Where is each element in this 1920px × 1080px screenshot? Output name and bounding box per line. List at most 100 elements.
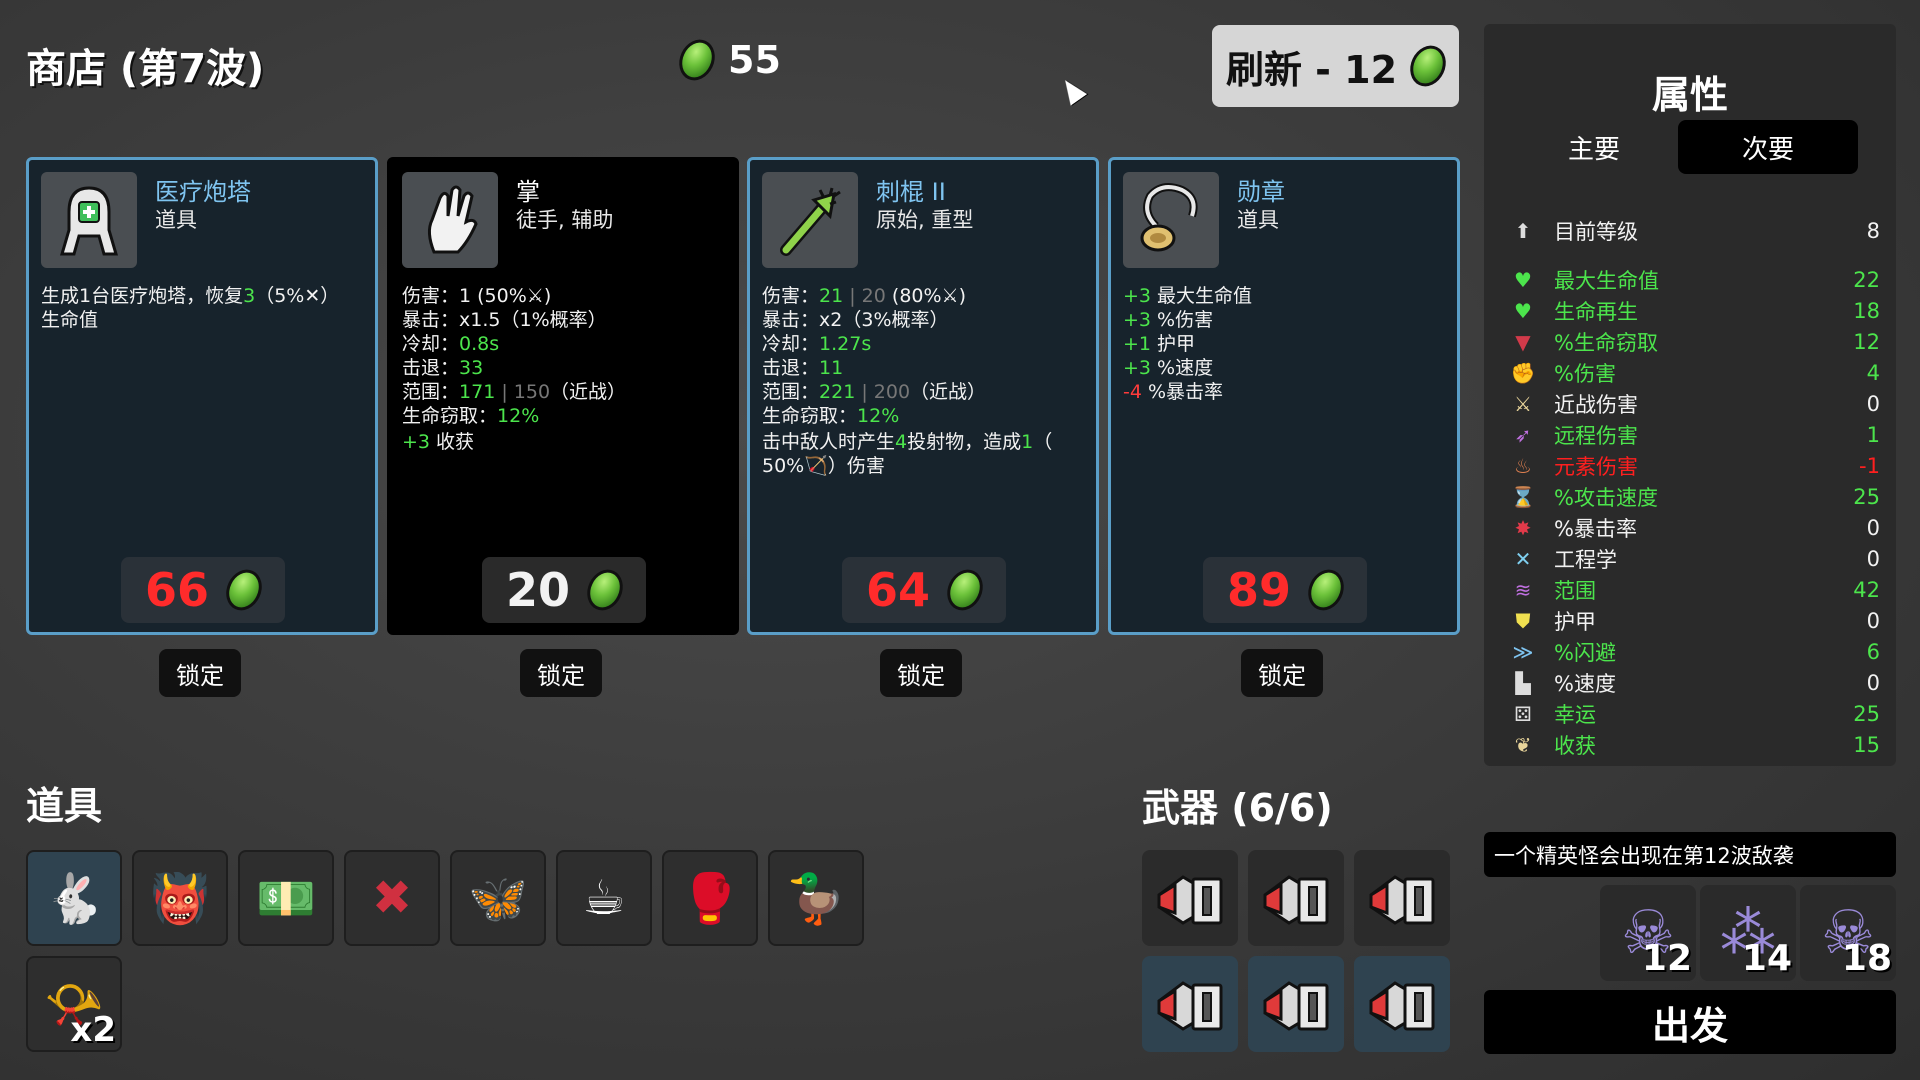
megaphone-weapon-icon[interactable] [1142, 956, 1238, 1052]
price-tag[interactable]: 66 [121, 557, 285, 623]
stat-row[interactable]: ⚄ 幸运 25 [1508, 698, 1880, 729]
stat-label: %暴击率 [1554, 516, 1637, 541]
stat-row[interactable]: ✕ 工程学 0 [1508, 543, 1880, 574]
stat-label: 元素伤害 [1554, 454, 1638, 479]
stat-row[interactable]: ⬆ 目前等级 8 [1508, 215, 1880, 246]
stat-value: 12 [1853, 329, 1880, 354]
cash-icon[interactable]: 💵 [238, 850, 334, 946]
go-button[interactable]: 出发 [1484, 990, 1896, 1054]
price-value: 20 [505, 563, 570, 617]
lifesteal-icon: ▼ [1515, 329, 1531, 354]
megaphone-weapon-icon[interactable] [1354, 956, 1450, 1052]
price-tag[interactable]: 89 [1203, 557, 1367, 623]
card-name: 勋章 [1237, 178, 1285, 206]
horn-icon[interactable]: 📯 x2 [26, 956, 122, 1052]
stat-row[interactable]: ⚔ 近战伤害 0 [1508, 388, 1880, 419]
stat-row[interactable]: ♨ 元素伤害 -1 [1508, 450, 1880, 481]
stat-label: 最大生命值 [1554, 268, 1659, 293]
stat-value: 22 [1853, 267, 1880, 292]
lock-button[interactable]: 锁定 [520, 649, 602, 697]
coffee-cup-icon[interactable]: ☕ [556, 850, 652, 946]
lock-button[interactable]: 锁定 [880, 649, 962, 697]
crit-icon: ✸ [1514, 515, 1532, 540]
items-section-title: 道具 [26, 784, 103, 828]
palm-hand-icon [402, 172, 498, 268]
card-type: 道具 [155, 208, 197, 232]
stat-label: %伤害 [1554, 361, 1616, 386]
card-description: 生成1台医疗炮塔，恢复3（5%✕） 生命值 [41, 285, 340, 331]
stat-label: %生命窃取 [1554, 330, 1658, 355]
stat-row[interactable]: ▙ %速度 0 [1508, 667, 1880, 698]
lock-button[interactable]: 锁定 [159, 649, 241, 697]
stat-row[interactable]: ♥ 生命再生 18 [1508, 295, 1880, 326]
stat-value: -1 [1859, 453, 1880, 478]
tab-primary[interactable]: 主要 [1504, 120, 1684, 174]
harvest-icon: ❦ [1514, 732, 1532, 757]
hourglass-icon: ⌛ [1510, 484, 1536, 509]
weapons-section-title: 武器 (6/6) [1142, 786, 1333, 830]
wave-number: 12 [1641, 938, 1692, 979]
stat-row[interactable]: ♥ 最大生命值 22 [1508, 264, 1880, 295]
stat-value: 0 [1866, 515, 1880, 540]
elite-notice: 一个精英怪会出现在第12波敌袭 [1484, 832, 1896, 877]
shop-card-medical-turret[interactable]: 医疗炮塔 道具 生成1台医疗炮塔，恢复3（5%✕） 生命值 66 [26, 157, 378, 635]
rabbit-icon[interactable]: 🐇 [26, 850, 122, 946]
shop-card-medal[interactable]: 勋章 道具 +3 最大生命值 +3 %伤害 +1 护甲 +3 %速度 -4 %暴… [1108, 157, 1460, 635]
stat-row[interactable]: ⌛ %攻击速度 25 [1508, 481, 1880, 512]
shop-card-palm[interactable]: 掌 徒手, 辅助 伤害：1 (50%⚔) 暴击：x1.5（1%概率） 冷却：0.… [387, 157, 739, 635]
dice-icon: ⚄ [1514, 701, 1532, 726]
sword-icon: ⚔ [1514, 391, 1532, 416]
reroll-label: 刷新 - 12 [1225, 47, 1398, 92]
megaphone-weapon-icon[interactable] [1142, 850, 1238, 946]
stat-row[interactable]: ▼ %生命窃取 12 [1508, 326, 1880, 357]
demon-mask-icon[interactable]: 👹 [132, 850, 228, 946]
stat-row[interactable]: ❦ 收获 15 [1508, 729, 1880, 760]
thorns-icon[interactable]: ✖ [344, 850, 440, 946]
wave-number: 18 [1841, 938, 1892, 979]
stat-label: %速度 [1554, 671, 1616, 696]
megaphone-weapon-icon[interactable] [1354, 850, 1450, 946]
stat-row[interactable]: ≋ 范围 42 [1508, 574, 1880, 605]
stat-value: 4 [1866, 360, 1880, 385]
wave-12-enemy: ☠ 12 [1600, 885, 1696, 981]
material-gem-icon [940, 563, 990, 617]
reroll-button[interactable]: 刷新 - 12 [1212, 25, 1459, 107]
lock-button[interactable]: 锁定 [1241, 649, 1323, 697]
stat-value: 0 [1866, 391, 1880, 416]
stat-row[interactable]: ≫ %闪避 6 [1508, 636, 1880, 667]
stat-label: %闪避 [1554, 640, 1616, 665]
stat-value: 15 [1853, 732, 1880, 757]
card-stats: 伤害：21 | 20 (80%⚔) 暴击：x2（3%概率） 冷却：1.27s 击… [762, 285, 1053, 477]
stat-row[interactable]: ⛊ 护甲 0 [1508, 605, 1881, 636]
stat-label: %攻击速度 [1554, 485, 1658, 510]
dodge-icon: ≫ [1512, 639, 1534, 664]
stat-label: 收获 [1554, 733, 1596, 758]
stat-label: 工程学 [1554, 547, 1617, 572]
tab-secondary[interactable]: 次要 [1678, 120, 1858, 174]
money-display: 55 [672, 33, 781, 87]
stat-label: 远程伤害 [1554, 423, 1638, 448]
stat-row[interactable]: ➶ 远程伤害 1 [1508, 419, 1880, 450]
stat-row[interactable]: ✊ %伤害 4 [1508, 357, 1880, 388]
price-tag[interactable]: 64 [842, 557, 1006, 623]
card-stats: 伤害：1 (50%⚔) 暴击：x1.5（1%概率） 冷却：0.8s 击退：33 … [402, 285, 627, 453]
stat-value: 25 [1853, 484, 1880, 509]
range-icon: ≋ [1514, 577, 1532, 602]
stat-row[interactable]: ✸ %暴击率 0 [1508, 512, 1880, 543]
price-tag[interactable]: 20 [482, 557, 646, 623]
medical-turret-icon [41, 172, 137, 268]
butterfly-icon[interactable]: 🦋 [450, 850, 546, 946]
material-gem-icon [580, 563, 630, 617]
heart-icon: ♥ [1514, 267, 1532, 292]
price-value: 66 [144, 563, 209, 617]
price-value: 89 [1226, 563, 1291, 617]
stat-label: 近战伤害 [1554, 392, 1638, 417]
megaphone-weapon-icon[interactable] [1248, 850, 1344, 946]
mouse-cursor-icon [1056, 74, 1088, 106]
shop-card-spiked-club[interactable]: 刺棍 II 原始, 重型 伤害：21 | 20 (80%⚔) 暴击：x2（3%概… [747, 157, 1099, 635]
megaphone-weapon-icon[interactable] [1248, 956, 1344, 1052]
material-gem-icon [1403, 39, 1453, 93]
rubber-duck-icon[interactable]: 🦆 [768, 850, 864, 946]
stat-label: 护甲 [1554, 609, 1596, 634]
boxing-glove-icon[interactable]: 🥊 [662, 850, 758, 946]
